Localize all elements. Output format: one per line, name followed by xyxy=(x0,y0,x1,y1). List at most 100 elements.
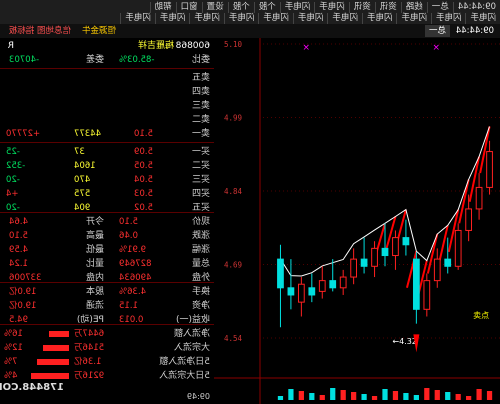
mirrored-screen: 09:44:44 总一 线路 资讯 资讯 闪电手 闪电手 个股 个股 设置 窗口 帮助 闪电手 闪电手闪… xyxy=(0,0,500,404)
quote-label: 涨幅 xyxy=(191,245,210,255)
menu-item-row1-2[interactable]: 线路 xyxy=(400,1,427,13)
volume-bar xyxy=(382,389,388,400)
menu-item-row1-4[interactable]: 资讯 xyxy=(348,1,375,13)
quote-label: 现价 xyxy=(191,217,210,227)
ask-row: 卖二 xyxy=(0,114,214,126)
menu-item-row1-3[interactable]: 资讯 xyxy=(374,1,401,13)
stock-title: 恒源金牛 xyxy=(81,26,116,36)
flow-percent: 12% xyxy=(4,343,23,353)
candle-body xyxy=(329,280,337,289)
divider xyxy=(0,324,214,325)
bid-price: 5.09 xyxy=(134,147,153,157)
flow-label: 净流入额 xyxy=(173,329,210,339)
flow-percent: 4% xyxy=(4,371,18,381)
menu-item-row1-9[interactable]: 设置 xyxy=(201,1,228,13)
quote-value: 19.0亿 xyxy=(9,301,37,311)
quote-value: 5.10 xyxy=(9,231,28,241)
flow-value: 9216万 xyxy=(74,371,105,381)
volume-bar xyxy=(445,392,451,400)
quote-value: 4.64 xyxy=(9,217,28,227)
ask-price: 5.10 xyxy=(134,129,153,139)
bid-row: 买二 5.05 1604 -352 xyxy=(0,160,214,172)
volume-bar xyxy=(330,388,336,400)
ask-label: 卖四 xyxy=(191,87,210,97)
bid-change: +4 xyxy=(6,189,19,199)
flow-value: 1.36亿 xyxy=(74,357,102,367)
menu-item-row1-11[interactable]: 帮助 xyxy=(149,1,176,13)
bottom-time: 09:49 xyxy=(186,392,210,401)
menu-item-row1-8[interactable]: 个股 xyxy=(227,1,254,13)
flow-value: 6447万 xyxy=(74,329,105,339)
quote-panel: 600868 梅雁吉祥 R 委比 -85.03% 委差 -40703 卖五 卖四卖… xyxy=(0,38,214,404)
menu-item-row2-2[interactable]: 闪电手 xyxy=(396,12,431,24)
volume-bar xyxy=(319,395,325,400)
chart-background xyxy=(214,38,500,404)
menu-item-row1-5[interactable]: 闪电手 xyxy=(314,1,349,13)
quote-label: 净资 xyxy=(191,301,210,311)
quote-label: 今开 xyxy=(85,217,104,227)
bid-change: -352 xyxy=(6,161,26,171)
volume-bar xyxy=(288,389,294,400)
menu-item-row2-3[interactable]: 闪电手 xyxy=(361,12,397,24)
menu-item-row2-1[interactable]: 闪电手 xyxy=(430,12,466,24)
menu-item-row2-7[interactable]: 闪电手 xyxy=(223,12,259,24)
ask-row: 卖三 xyxy=(0,100,214,112)
candle-body xyxy=(318,280,326,292)
menu-item-row1-7[interactable]: 个股 xyxy=(253,1,280,13)
menu-item-row1-1[interactable]: 总一 xyxy=(426,1,453,13)
menu-item-row1-10[interactable]: 窗口 xyxy=(175,1,202,13)
ask-label: 卖五 xyxy=(191,73,210,83)
kline-chart[interactable]: 5.10 4.99 4.84 4.69 4.54 卖点 ←4.32 × × xyxy=(214,38,500,404)
menu-item-row2-8[interactable]: 闪电手 xyxy=(189,12,224,24)
menu-item-row2-6[interactable]: 闪电手 xyxy=(258,12,293,24)
volume-bar xyxy=(298,391,304,400)
quote-label: 总量 xyxy=(191,259,210,269)
menu-item-row1-0[interactable]: 09:44:44 xyxy=(452,1,500,13)
candle-body xyxy=(465,208,473,231)
quote-row: 涨幅 9.91% 最低 4.59 xyxy=(0,244,214,256)
quote-label: 流通 xyxy=(85,301,104,311)
marker-icon: × xyxy=(432,43,440,53)
menu-item-row2-5[interactable]: 闪电手 xyxy=(292,12,328,24)
quote-value: 9.91% xyxy=(119,245,147,255)
title-bar: 09:44:44 总一 恒源金牛 信息地图 指标板 xyxy=(0,24,500,39)
flow-bar xyxy=(37,359,69,365)
volume-bar xyxy=(434,390,440,400)
bid-price: 5.04 xyxy=(134,175,153,185)
divider xyxy=(0,282,214,283)
ask-row: 卖一 5.10 44377 +27770 xyxy=(0,128,214,140)
flow-label: 大宗流入 xyxy=(173,343,210,353)
flow-bar xyxy=(31,373,69,379)
volume-bar xyxy=(361,394,367,400)
title-main: 信息地图 指标板 xyxy=(8,26,71,36)
weicha-value: -40703 xyxy=(9,55,40,65)
candle-body xyxy=(475,186,483,210)
stock-flag: R xyxy=(7,41,14,51)
menu-item-row1-6[interactable]: 闪电手 xyxy=(279,1,315,13)
sell-point-label: 卖点 xyxy=(473,311,489,320)
bid-volume: 1604 xyxy=(74,161,96,171)
candle-body xyxy=(360,258,368,267)
bid-price: 5.03 xyxy=(134,189,153,199)
flow-row: 大宗流入 5146万 12% xyxy=(0,342,214,354)
bid-label: 买一 xyxy=(191,147,210,157)
menu-item-row2-0[interactable]: 闪电手 xyxy=(465,12,500,24)
axis-tick-label: 4.84 xyxy=(224,187,243,196)
divider xyxy=(0,142,214,143)
flow-label: 5日大宗流入 xyxy=(159,371,210,381)
bid-volume: 37 xyxy=(74,147,85,157)
menu-item-row2-9[interactable]: 闪电手 xyxy=(154,12,190,24)
clock-label: 09:44:44 xyxy=(455,26,494,36)
quote-row: 换手 4.36% 股本 19.0亿 xyxy=(0,286,214,298)
menu-item-row2-10[interactable]: 闪电手 xyxy=(120,12,155,24)
tab-zong[interactable]: 总一 xyxy=(424,25,450,37)
bid-label: 买三 xyxy=(191,175,210,185)
candle-body xyxy=(381,247,389,257)
divider xyxy=(0,212,214,213)
flow-percent: 16% xyxy=(4,329,23,339)
flow-row: 净流入额 6447万 16% xyxy=(0,328,214,340)
ask-label: 卖二 xyxy=(191,115,210,125)
candle-body xyxy=(454,229,462,267)
menu-item-row2-4[interactable]: 闪电手 xyxy=(327,12,362,24)
flow-value: 5146万 xyxy=(74,343,105,353)
